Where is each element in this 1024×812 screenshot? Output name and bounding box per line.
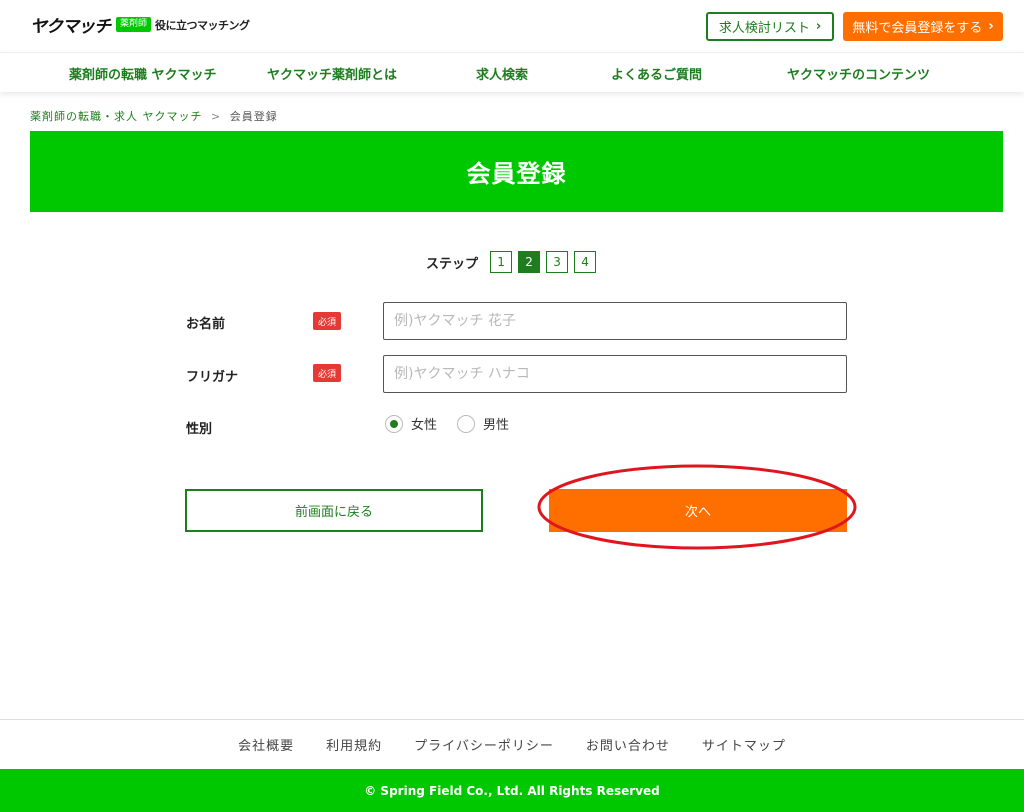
gender-label: 性別 xyxy=(186,422,213,437)
job-list-button[interactable]: 求人検討リスト › xyxy=(706,12,834,41)
breadcrumb-current: 会員登録 xyxy=(229,110,278,123)
footer-link-terms[interactable]: 利用規約 xyxy=(326,735,382,754)
step-4: 4 xyxy=(574,251,597,273)
page-title-banner: 会員登録 xyxy=(30,131,1003,212)
next-button[interactable]: 次へ xyxy=(549,489,847,532)
gender-radio-group: 女性 男性 xyxy=(385,414,529,433)
chevron-right-icon: › xyxy=(815,19,822,34)
step-indicator: ステップ 1 2 3 4 xyxy=(426,251,602,273)
nav-item-faq[interactable]: よくあるご質問 xyxy=(611,64,702,83)
footer-link-company[interactable]: 会社概要 xyxy=(238,735,294,754)
page-title: 会員登録 xyxy=(466,160,567,188)
nav-item-home[interactable]: 薬剤師の転職 ヤクマッチ xyxy=(69,64,217,83)
footer-link-contact[interactable]: お問い合わせ xyxy=(586,735,670,754)
required-badge: 必須 xyxy=(313,312,341,330)
step-1: 1 xyxy=(490,251,513,273)
logo-tagline: 役に立つマッチング xyxy=(155,18,250,32)
nav-item-contents[interactable]: ヤクマッチのコンテンツ xyxy=(787,64,930,83)
step-3: 3 xyxy=(546,251,569,273)
logo-badge: 薬剤師 xyxy=(116,17,152,32)
nav-item-job-search[interactable]: 求人検索 xyxy=(476,64,528,83)
logo-text: ヤクマッチ xyxy=(30,17,111,37)
footer-link-sitemap[interactable]: サイトマップ xyxy=(702,735,786,754)
name-label: お名前 xyxy=(186,317,226,332)
free-register-button-label: 無料で会員登録をする xyxy=(852,21,983,36)
footer-link-privacy[interactable]: プライバシーポリシー xyxy=(414,735,554,754)
nav-item-about[interactable]: ヤクマッチ薬剤師とは xyxy=(267,64,397,83)
breadcrumb-home[interactable]: 薬剤師の転職・求人 ヤクマッチ xyxy=(30,110,203,123)
breadcrumb: 薬剤師の転職・求人 ヤクマッチ > 会員登録 xyxy=(30,108,278,124)
kana-input[interactable] xyxy=(383,355,847,393)
step-label: ステップ xyxy=(426,256,479,272)
footer-bar: © Spring Field Co., Ltd. All Rights Rese… xyxy=(0,769,1024,812)
free-register-button[interactable]: 無料で会員登録をする › xyxy=(843,12,1003,41)
step-2-current: 2 xyxy=(518,251,541,273)
kana-label: フリガナ xyxy=(186,370,239,385)
site-header: ヤクマッチ 薬剤師 役に立つマッチング 求人検討リスト › 無料で会員登録をする… xyxy=(0,0,1024,52)
radio-selected-dot xyxy=(390,419,398,428)
breadcrumb-separator: > xyxy=(211,110,222,123)
footer-links: 会社概要 利用規約 プライバシーポリシー お問い合わせ サイトマップ xyxy=(0,719,1024,769)
copyright: © Spring Field Co., Ltd. All Rights Rese… xyxy=(364,783,660,798)
gender-option-female[interactable]: 女性 xyxy=(411,414,437,433)
gender-option-male[interactable]: 男性 xyxy=(483,414,509,433)
chevron-right-icon: › xyxy=(988,19,994,34)
gender-radio-male[interactable] xyxy=(457,414,476,433)
back-button[interactable]: 前画面に戻る xyxy=(185,489,483,532)
gender-radio-female[interactable] xyxy=(385,414,403,433)
main-nav: 薬剤師の転職 ヤクマッチ ヤクマッチ薬剤師とは 求人検索 よくあるご質問 ヤクマ… xyxy=(0,52,1024,92)
site-logo[interactable]: ヤクマッチ 薬剤師 役に立つマッチング xyxy=(30,12,250,37)
job-list-button-label: 求人検討リスト xyxy=(718,21,810,36)
required-badge: 必須 xyxy=(313,364,341,382)
name-input[interactable] xyxy=(383,302,847,340)
